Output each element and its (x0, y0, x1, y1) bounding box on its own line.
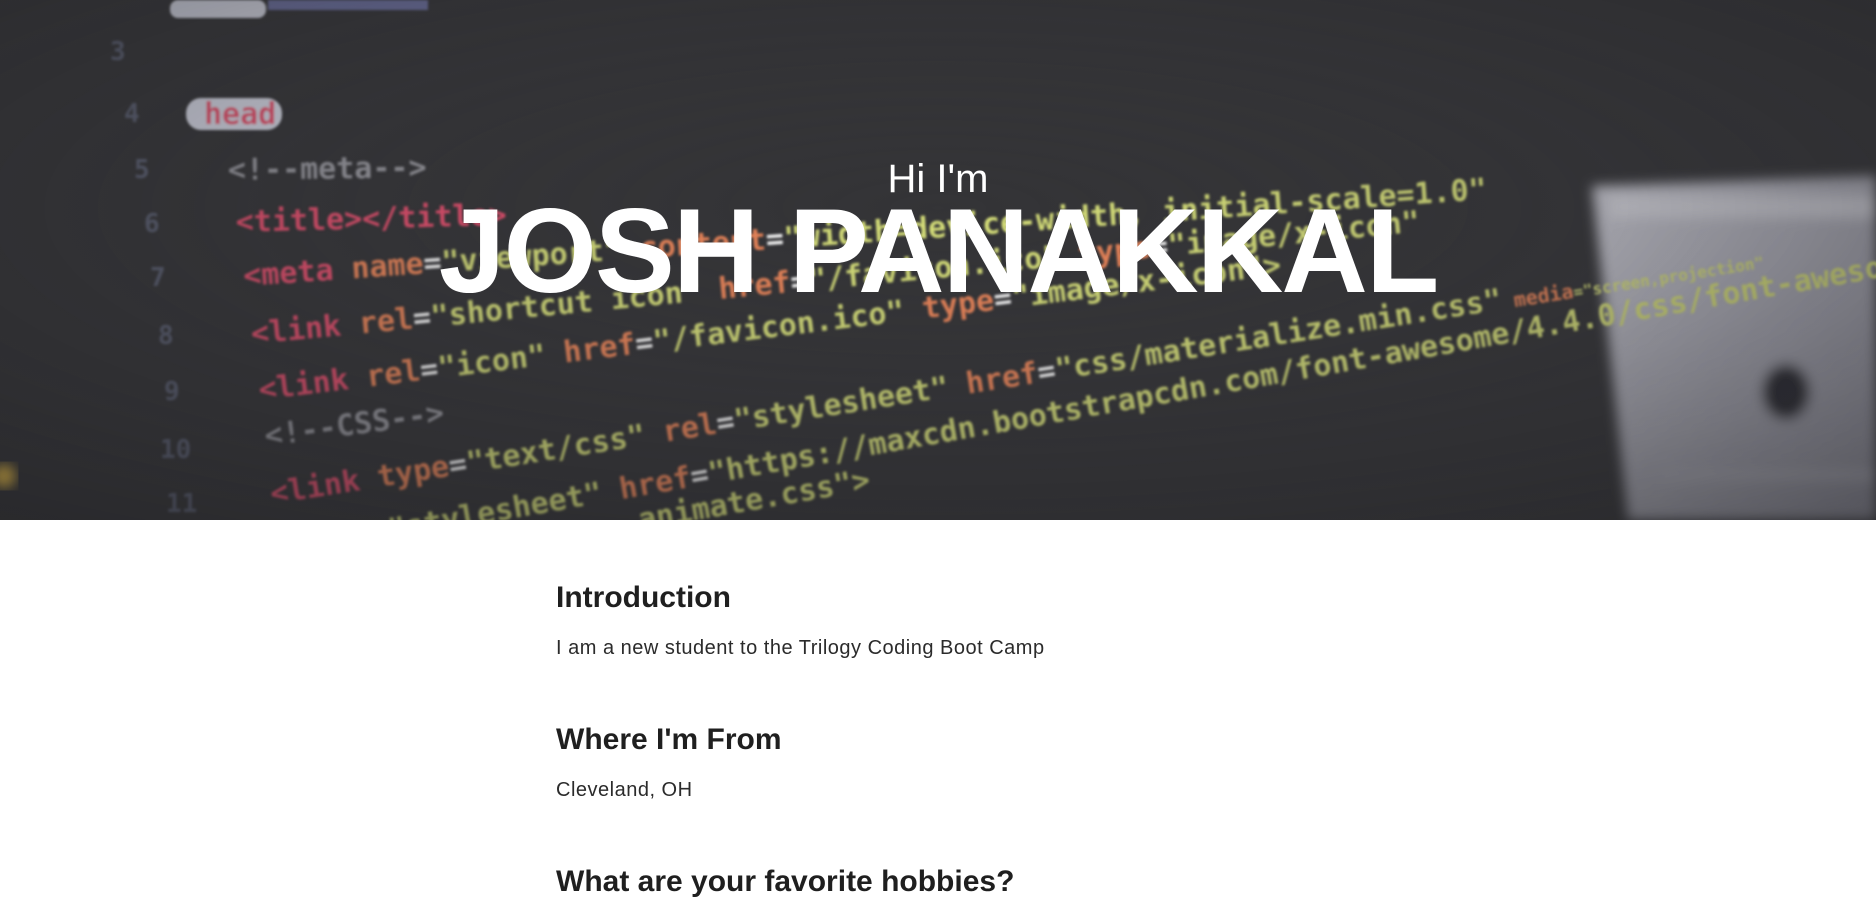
hero-banner: 3 4 5 6 7 8 9 10 11 head <!--meta--> <ti… (0, 0, 1876, 520)
section-heading: What are your favorite hobbies? (556, 865, 1015, 898)
hero-text: Hi I'm JOSH PANAKKAL (0, 0, 1876, 520)
section-text: Cleveland, OH (556, 779, 693, 801)
section-heading: Where I'm From (556, 723, 782, 756)
hero-name-title: JOSH PANAKKAL (438, 184, 1440, 318)
section-heading: Introduction (556, 581, 731, 614)
section-hobbies: What are your favorite hobbies? (556, 864, 1014, 900)
section-introduction: Introduction I am a new student to the T… (556, 580, 1045, 661)
section-text: I am a new student to the Trilogy Coding… (556, 637, 1045, 659)
section-where-from: Where I'm From Cleveland, OH (556, 722, 782, 803)
